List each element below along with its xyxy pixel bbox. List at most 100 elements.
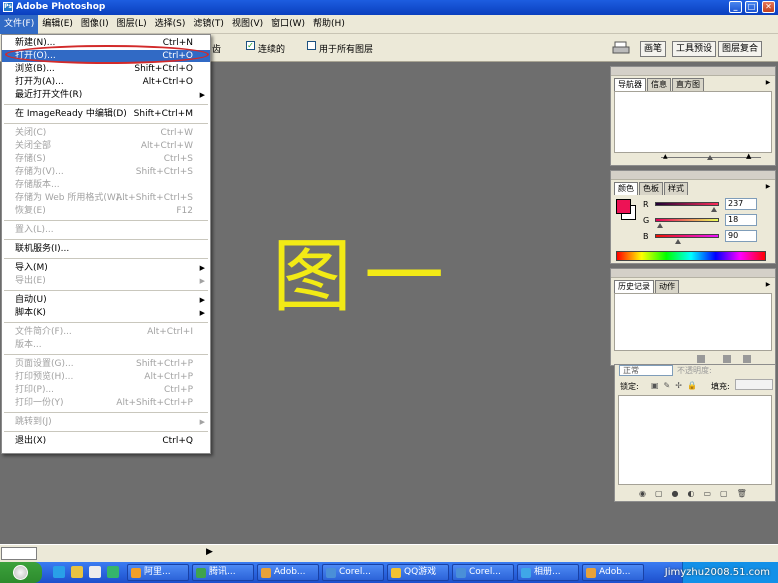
taskbar-button-0[interactable]: 阿里... <box>127 564 189 581</box>
file-menu-item-24: 打印一份(Y) Alt+Shift+Ctrl+P <box>2 397 210 409</box>
menu-item-label: 页面设置(G)... <box>15 359 74 369</box>
new-document-icon[interactable] <box>697 355 705 363</box>
menu-separator <box>4 123 208 124</box>
taskbar-button-label: Corel... <box>469 567 501 577</box>
panel-tab-2[interactable]: 样式 <box>664 182 688 195</box>
start-button[interactable] <box>0 562 42 583</box>
submenu-arrow-icon: ▶ <box>199 264 205 272</box>
panel-tab-1[interactable]: 色板 <box>639 182 663 195</box>
file-menu-item-2[interactable]: 浏览(B)... Shift+Ctrl+O <box>2 63 210 75</box>
minimize-icon[interactable]: _ <box>729 1 742 13</box>
contiguous-checkbox[interactable]: ✓ <box>246 41 255 51</box>
tab-brushes[interactable]: 画笔 <box>640 41 667 57</box>
taskbar-button-2[interactable]: Adob... <box>257 564 319 581</box>
taskbar-button-label: Corel... <box>339 567 371 577</box>
file-menu-item-7: 关闭全部 Alt+Ctrl+W <box>2 140 210 152</box>
new-snapshot-icon[interactable] <box>723 355 731 363</box>
menu-3[interactable]: 图层(L) <box>113 15 151 34</box>
taskbar-button-4[interactable]: QQ游戏 <box>387 564 449 581</box>
zoom-out-icon[interactable]: ▲ <box>663 153 668 160</box>
r-slider[interactable] <box>655 202 719 206</box>
menu-item-shortcut: Alt+Ctrl+P <box>144 372 193 382</box>
menu-separator <box>4 354 208 355</box>
tab-layer-comps[interactable]: 图层复合 <box>718 41 763 57</box>
file-menu-item-17[interactable]: 自动(U) ▶ <box>2 294 210 306</box>
menu-4[interactable]: 选择(S) <box>151 15 190 34</box>
panel-tab-2[interactable]: 直方图 <box>672 78 704 91</box>
panel-tab-1[interactable]: 动作 <box>655 280 679 293</box>
ie-icon[interactable] <box>53 566 65 578</box>
file-menu-item-18[interactable]: 脚本(K) ▶ <box>2 307 210 319</box>
panel-menu-icon[interactable]: ▶ <box>764 79 772 87</box>
status-arrow-icon[interactable]: ▶ <box>206 547 213 557</box>
b-slider[interactable] <box>655 234 719 238</box>
file-menu-item-8: 存储(S) Ctrl+S <box>2 153 210 165</box>
g-slider-thumb[interactable] <box>657 223 663 228</box>
app-icon <box>391 568 401 578</box>
fill-label: 填充: <box>711 382 730 391</box>
file-menu-item-15[interactable]: 导入(M) ▶ <box>2 262 210 274</box>
layer-actions[interactable]: ◉▢●◐▭▢🗑 <box>639 489 756 498</box>
r-value[interactable]: 237 <box>725 198 757 210</box>
b-slider-thumb[interactable] <box>675 239 681 244</box>
file-menu-item-5[interactable]: 在 ImageReady 中编辑(D) Shift+Ctrl+M <box>2 108 210 120</box>
folder-icon[interactable] <box>71 566 83 578</box>
g-value[interactable]: 18 <box>725 214 757 226</box>
printer-icon[interactable] <box>612 40 630 54</box>
menu-8[interactable]: 帮助(H) <box>309 15 349 34</box>
taskbar: 阿里... 腾讯... Adob... Corel... QQ游戏 Corel... 相册.… <box>0 562 778 583</box>
r-slider-thumb[interactable] <box>711 207 717 212</box>
all-layers-checkbox[interactable] <box>307 41 316 51</box>
menu-2[interactable]: 图像(I) <box>77 15 113 34</box>
media-icon[interactable] <box>107 566 119 578</box>
panel-tab-1[interactable]: 信息 <box>647 78 671 91</box>
panel-tab-0[interactable]: 历史记录 <box>614 280 654 293</box>
close-icon[interactable]: ✕ <box>762 1 775 13</box>
show-desktop-icon[interactable] <box>89 566 101 578</box>
menu-6[interactable]: 视图(V) <box>228 15 267 34</box>
tab-tool-presets[interactable]: 工具预设 <box>672 41 717 57</box>
file-menu-item-26[interactable]: 退出(X) Ctrl+Q <box>2 435 210 447</box>
status-bar: ▶ <box>0 544 778 562</box>
fill-input[interactable] <box>735 379 773 390</box>
panel-menu-icon[interactable]: ▶ <box>764 183 772 191</box>
foreground-color-swatch[interactable] <box>616 199 631 214</box>
file-menu-item-3[interactable]: 打开为(A)... Alt+Ctrl+O <box>2 76 210 88</box>
file-menu-item-10: 存储版本... <box>2 179 210 191</box>
taskbar-button-7[interactable]: Adob... <box>582 564 644 581</box>
file-menu-item-4[interactable]: 最近打开文件(R) ▶ <box>2 89 210 101</box>
history-panel: 历史记录 动作 ▶ <box>610 268 776 366</box>
menu-item-label: 最近打开文件(R) <box>15 90 83 100</box>
g-slider[interactable] <box>655 218 719 222</box>
submenu-arrow-icon: ▶ <box>199 309 205 317</box>
maximize-icon[interactable]: □ <box>745 1 758 13</box>
trash-icon[interactable] <box>743 355 751 363</box>
highlight-circle <box>5 45 209 64</box>
zoom-slider-thumb[interactable] <box>707 155 713 160</box>
menu-1[interactable]: 编辑(E) <box>38 15 77 34</box>
file-menu-item-14[interactable]: 联机服务(I)... <box>2 243 210 255</box>
lock-icons[interactable]: ▣✎✢🔒 <box>651 381 702 390</box>
zoom-field[interactable] <box>1 547 37 560</box>
blend-mode-select[interactable]: 正常 <box>619 365 673 376</box>
menu-item-label: 打开为(A)... <box>15 77 64 87</box>
menu-7[interactable]: 窗口(W) <box>267 15 309 34</box>
panel-menu-icon[interactable]: ▶ <box>764 281 772 289</box>
color-spectrum-bar[interactable] <box>616 251 766 261</box>
taskbar-button-6[interactable]: 相册... <box>517 564 579 581</box>
zoom-in-icon[interactable]: ▲ <box>746 152 751 160</box>
file-menu-item-12: 恢复(E) F12 <box>2 205 210 217</box>
submenu-arrow-icon: ▶ <box>199 296 205 304</box>
taskbar-button-1[interactable]: 腾讯... <box>192 564 254 581</box>
taskbar-button-3[interactable]: Corel... <box>322 564 384 581</box>
menu-5[interactable]: 滤镜(T) <box>189 15 228 34</box>
taskbar-button-5[interactable]: Corel... <box>452 564 514 581</box>
menu-item-label: 导出(E) <box>15 276 46 286</box>
menu-item-label: 在 ImageReady 中编辑(D) <box>15 109 127 119</box>
menu-0[interactable]: 文件(F) <box>0 15 39 34</box>
window-title-bar[interactable]: Ps Adobe Photoshop _ □ ✕ <box>0 0 778 15</box>
submenu-arrow-icon: ▶ <box>199 91 205 99</box>
b-value[interactable]: 90 <box>725 230 757 242</box>
panel-tab-0[interactable]: 导航器 <box>614 78 646 91</box>
panel-tab-0[interactable]: 颜色 <box>614 182 638 195</box>
